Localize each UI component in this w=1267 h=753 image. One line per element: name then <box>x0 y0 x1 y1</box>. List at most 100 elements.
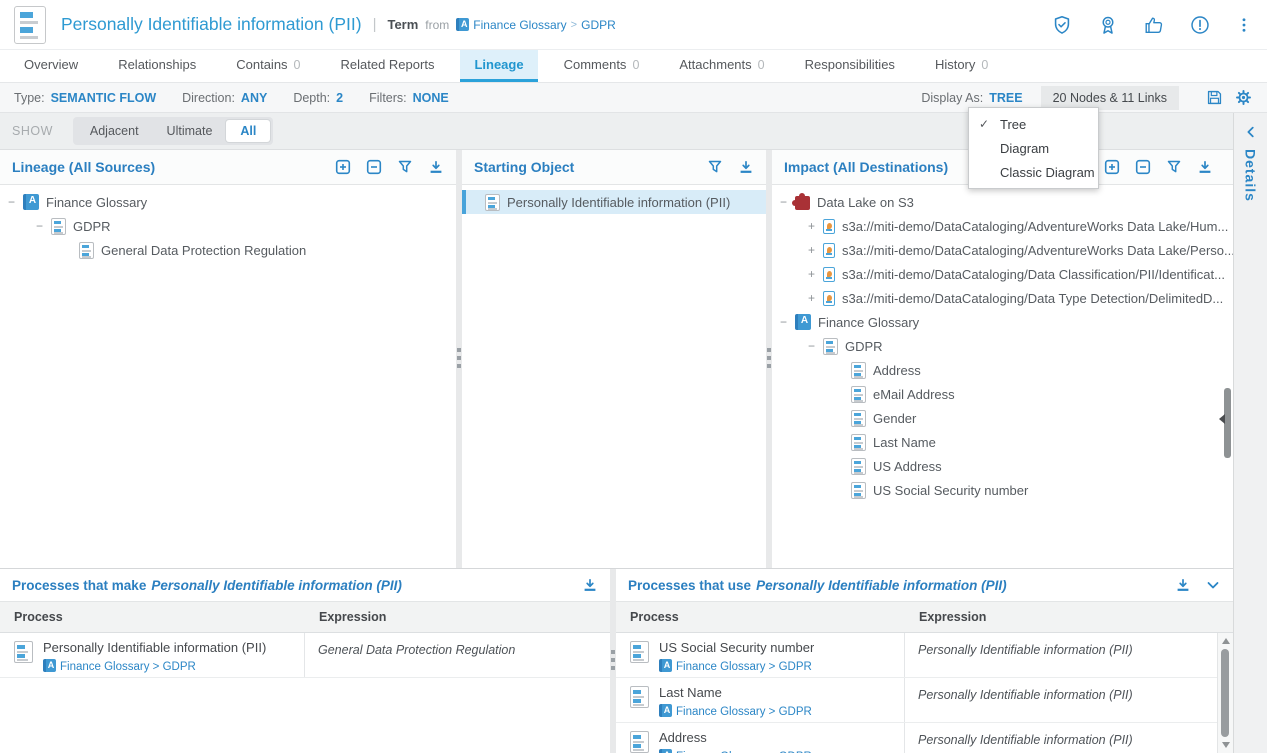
tree-node[interactable]: s3a://miti-demo/DataCataloging/Data Type… <box>772 286 1233 310</box>
collapse-chevron-icon[interactable] <box>1205 577 1221 593</box>
scroll-down-icon[interactable] <box>1222 742 1230 748</box>
tab[interactable]: Lineage <box>460 50 537 82</box>
tree-node[interactable]: General Data Protection Regulation <box>0 238 456 262</box>
tab[interactable]: Relationships <box>104 50 210 82</box>
tree-node[interactable]: s3a://miti-demo/DataCataloging/Adventure… <box>772 214 1233 238</box>
tree-node[interactable]: s3a://miti-demo/DataCataloging/Adventure… <box>772 238 1233 262</box>
tree-node[interactable]: US Social Security number <box>772 478 1233 502</box>
splitter-handle[interactable] <box>456 150 462 568</box>
process-row[interactable]: US Social Security number Finance Glossa… <box>616 633 1218 678</box>
tree-toggle-icon[interactable] <box>780 316 795 328</box>
starting-object-title: Starting Object <box>474 159 574 175</box>
tab-label: History <box>935 57 975 72</box>
tree-node[interactable]: Last Name <box>772 430 1233 454</box>
process-row[interactable]: Personally Identifiable information (PII… <box>0 633 610 678</box>
expand-all-icon[interactable] <box>335 159 351 175</box>
issues-alert-icon[interactable] <box>1189 14 1211 36</box>
display-as-menu-item[interactable]: Diagram <box>969 136 1098 160</box>
node-type-icon <box>823 219 835 234</box>
tab[interactable]: Attachments 0 <box>665 50 778 82</box>
panel-collapse-arrow-icon[interactable] <box>1219 414 1225 424</box>
download-icon[interactable] <box>738 159 754 175</box>
collapse-all-icon[interactable] <box>1135 159 1151 175</box>
display-as-menu-item[interactable]: Tree <box>969 112 1098 136</box>
like-thumbs-up-icon[interactable] <box>1143 14 1165 36</box>
tree-node[interactable]: GDPR <box>772 334 1233 358</box>
process-row[interactable]: Last Name Finance Glossary > GDPR Person… <box>616 678 1218 723</box>
table-scrollbar[interactable] <box>1217 633 1233 753</box>
tree-node[interactable]: Data Lake on S3 <box>772 190 1233 214</box>
tree-toggle-icon[interactable] <box>808 268 823 280</box>
tree-node[interactable]: Finance Glossary <box>0 190 456 214</box>
tab[interactable]: Comments 0 <box>550 50 654 82</box>
process-path-link[interactable]: Finance Glossary > GDPR <box>659 659 814 673</box>
tree-node-label: Finance Glossary <box>818 315 919 330</box>
details-panel-collapsed[interactable]: Details <box>1233 113 1267 753</box>
process-row[interactable]: Address Finance Glossary > GDPR Personal… <box>616 723 1218 753</box>
filter-icon[interactable] <box>397 159 413 175</box>
tab[interactable]: Overview <box>10 50 92 82</box>
process-path-link[interactable]: Finance Glossary > GDPR <box>43 659 266 673</box>
tree-toggle-icon[interactable] <box>36 220 51 232</box>
filters-value[interactable]: NONE <box>413 91 449 105</box>
process-name[interactable]: Address <box>659 730 812 745</box>
tab[interactable]: Contains 0 <box>222 50 314 82</box>
checkmark-icon <box>979 117 1000 131</box>
certification-award-icon[interactable] <box>1097 14 1119 36</box>
settings-gear-icon[interactable] <box>1234 88 1253 107</box>
collapse-all-icon[interactable] <box>366 159 382 175</box>
tree-toggle-icon[interactable] <box>808 220 823 232</box>
display-as-menu-item[interactable]: Classic Diagram <box>969 160 1098 184</box>
filter-icon[interactable] <box>1166 159 1182 175</box>
vertical-scrollbar-thumb[interactable] <box>1224 388 1231 458</box>
scroll-up-icon[interactable] <box>1222 638 1230 644</box>
display-as-value[interactable]: TREE <box>989 91 1022 105</box>
filter-icon[interactable] <box>707 159 723 175</box>
process-cell: Last Name Finance Glossary > GDPR <box>616 678 905 722</box>
tab[interactable]: Responsibilities <box>791 50 909 82</box>
breadcrumb-glossary-link[interactable]: Finance Glossary <box>473 18 566 32</box>
starting-object-panel: Starting Object Personally Identifiable … <box>462 150 766 568</box>
verified-shield-icon[interactable] <box>1051 14 1073 36</box>
show-option[interactable]: All <box>226 120 270 142</box>
tree-node[interactable]: GDPR <box>0 214 456 238</box>
tree-node-label: Address <box>873 363 921 378</box>
process-path-link[interactable]: Finance Glossary > GDPR <box>659 749 812 753</box>
tab[interactable]: History 0 <box>921 50 1002 82</box>
download-icon[interactable] <box>582 577 598 593</box>
type-value[interactable]: SEMANTIC FLOW <box>51 91 157 105</box>
tree-node[interactable]: Personally Identifiable information (PII… <box>462 190 766 214</box>
show-option[interactable]: Adjacent <box>76 120 153 142</box>
more-options-icon[interactable] <box>1235 14 1253 36</box>
tree-node[interactable]: s3a://miti-demo/DataCataloging/Data Clas… <box>772 262 1233 286</box>
tree-node[interactable]: US Address <box>772 454 1233 478</box>
download-icon[interactable] <box>1175 577 1191 593</box>
download-icon[interactable] <box>1197 159 1213 175</box>
process-name[interactable]: Personally Identifiable information (PII… <box>43 640 266 655</box>
download-icon[interactable] <box>428 159 444 175</box>
save-icon[interactable] <box>1205 88 1224 107</box>
tree-node[interactable]: Address <box>772 358 1233 382</box>
splitter-handle[interactable] <box>766 150 772 568</box>
tree-toggle-icon[interactable] <box>808 340 823 352</box>
breadcrumb-term-link[interactable]: GDPR <box>581 18 616 32</box>
chevron-left-icon[interactable] <box>1244 125 1258 139</box>
scrollbar-thumb[interactable] <box>1221 649 1229 737</box>
depth-value[interactable]: 2 <box>336 91 343 105</box>
direction-value[interactable]: ANY <box>241 91 267 105</box>
tab[interactable]: Related Reports <box>327 50 449 82</box>
tree-node[interactable]: Gender <box>772 406 1233 430</box>
process-name[interactable]: US Social Security number <box>659 640 814 655</box>
type-label: Type: <box>14 91 45 105</box>
show-option[interactable]: Ultimate <box>153 120 227 142</box>
tree-toggle-icon[interactable] <box>808 244 823 256</box>
tree-node[interactable]: eMail Address <box>772 382 1233 406</box>
tree-node[interactable]: Finance Glossary <box>772 310 1233 334</box>
tree-toggle-icon[interactable] <box>8 196 23 208</box>
lineage-sources-tree: Finance Glossary GDPR General Data Prote… <box>0 185 456 568</box>
tree-toggle-icon[interactable] <box>808 292 823 304</box>
process-path-link[interactable]: Finance Glossary > GDPR <box>659 704 812 718</box>
term-object-icon <box>14 6 46 44</box>
expand-all-icon[interactable] <box>1104 159 1120 175</box>
process-name[interactable]: Last Name <box>659 685 812 700</box>
